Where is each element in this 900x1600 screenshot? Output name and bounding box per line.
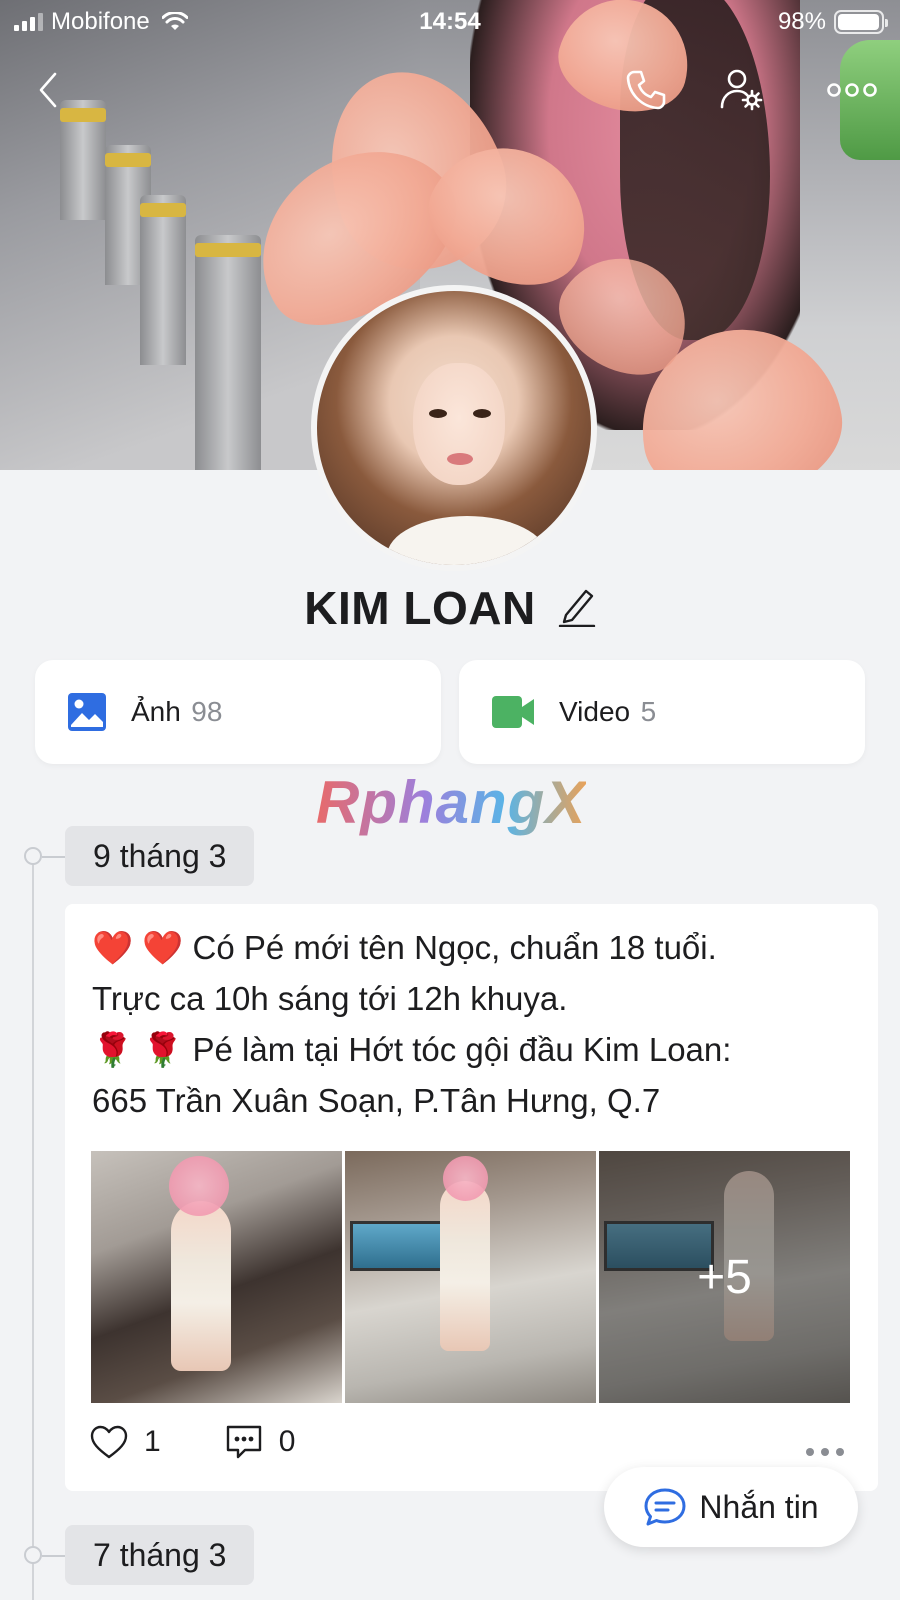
post-photo-1[interactable]: [91, 1151, 342, 1403]
dot: [836, 1448, 844, 1456]
timeline-dot: [24, 1546, 42, 1564]
image-icon: [68, 693, 106, 731]
post-text-line: Trực ca 10h sáng tới 12h khuya.: [92, 980, 568, 1017]
like-button[interactable]: 1: [90, 1425, 161, 1459]
profile-name: KIM LOAN: [304, 582, 536, 634]
clock: 14:54: [419, 8, 481, 35]
cover-bollard: [60, 100, 106, 220]
photo-subject: [440, 1181, 490, 1351]
cover-bollard: [140, 195, 186, 365]
battery-icon: [834, 10, 888, 34]
chat-bubble-icon: [644, 1488, 686, 1526]
timeline-line: [32, 857, 34, 1600]
post-photo-3[interactable]: +5: [599, 1151, 850, 1403]
timeline-date: 7 tháng 3: [65, 1525, 255, 1585]
videos-label-group: Video 5: [559, 696, 656, 728]
videos-card[interactable]: Video 5: [459, 660, 865, 764]
photos-card[interactable]: Ảnh 98: [35, 660, 441, 764]
dot: [821, 1448, 829, 1456]
post-reactions: 1 0: [90, 1424, 295, 1460]
profile-settings-button[interactable]: [718, 66, 766, 114]
photo-face-sticker: [443, 1156, 488, 1201]
post-text-line: 🌹 🌹 Pé làm tại Hớt tóc gội đầu Kim Loan:: [92, 1031, 732, 1068]
chevron-left-icon: [39, 72, 57, 108]
timeline-connector: [42, 1555, 66, 1557]
comment-count: 0: [278, 1425, 296, 1458]
profile-name-row: KIM LOAN: [0, 578, 900, 638]
post-text-line: 665 Trần Xuân Soạn, P.Tân Hưng, Q.7: [92, 1082, 661, 1119]
message-button-label: Nhắn tin: [699, 1488, 819, 1525]
more-photos-count: +5: [697, 1250, 752, 1304]
avatar-shirt: [387, 516, 547, 565]
edit-name-button[interactable]: [558, 585, 596, 632]
timeline-dot: [24, 847, 42, 865]
video-camera-icon: [492, 696, 534, 728]
heart-icon: [90, 1425, 128, 1459]
avatar-eye: [429, 409, 447, 418]
post-text-line: ❤️ ❤️ Có Pé mới tên Ngọc, chuẩn 18 tuổi.: [92, 929, 717, 966]
photo-subject: [171, 1201, 231, 1371]
post-photo-2[interactable]: [345, 1151, 596, 1403]
more-button[interactable]: [822, 66, 882, 114]
comment-icon: [226, 1425, 261, 1459]
timeline-date: 9 tháng 3: [65, 826, 255, 886]
battery-level: [838, 14, 880, 30]
dot: [806, 1448, 814, 1456]
watermark: RphangX: [316, 769, 587, 836]
avatar-eye: [473, 409, 491, 418]
videos-count: 5: [640, 696, 657, 727]
post-more-button[interactable]: [806, 1448, 844, 1456]
comment-button[interactable]: 0: [225, 1424, 296, 1460]
videos-label: Video: [559, 696, 631, 727]
post-card[interactable]: ❤️ ❤️ Có Pé mới tên Ngọc, chuẩn 18 tuổi.…: [65, 904, 878, 1491]
avatar-face: [413, 363, 505, 485]
photos-label: Ảnh: [131, 696, 181, 727]
call-button[interactable]: [622, 66, 670, 114]
status-bar: Mobifone 14:54 98%: [0, 0, 900, 44]
user-settings-icon: [720, 69, 763, 111]
cover-bollard: [195, 235, 261, 470]
avatar-lips: [447, 453, 473, 465]
pencil-icon: [558, 589, 595, 627]
phone-icon: [626, 70, 666, 110]
post-text: ❤️ ❤️ Có Pé mới tên Ngọc, chuẩn 18 tuổi.…: [92, 922, 862, 1126]
photo-face-sticker: [169, 1156, 229, 1216]
more-horizontal-icon: [827, 83, 877, 97]
timeline-connector: [42, 856, 66, 858]
photos-count: 98: [191, 696, 223, 727]
photos-label-group: Ảnh 98: [131, 696, 222, 728]
battery-group: 98%: [777, 8, 888, 36]
like-count: 1: [144, 1425, 161, 1458]
avatar[interactable]: [311, 285, 597, 571]
battery-percent: 98%: [777, 8, 826, 35]
message-button[interactable]: Nhắn tin: [604, 1467, 858, 1547]
back-button[interactable]: [24, 66, 72, 114]
